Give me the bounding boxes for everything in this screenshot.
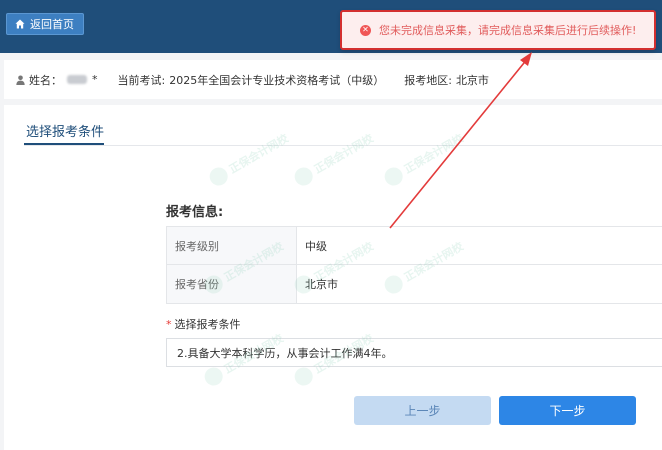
error-circle-icon: ✕: [360, 24, 371, 36]
redacted-name: [67, 75, 87, 84]
home-button-label: 返回首页: [30, 18, 74, 31]
tab-divider: [24, 145, 662, 146]
condition-label: * 选择报考条件: [166, 316, 241, 332]
next-step-button[interactable]: 下一步: [499, 396, 636, 425]
error-toast-message: 您未完成信息采集，请完成信息采集后进行后续操作!: [379, 24, 637, 37]
exam-info-bar: 姓名： * 当前考试: 2025年全国会计专业技术资格考试（中级） 报考地区: …: [4, 60, 662, 99]
user-icon: [16, 75, 25, 85]
row-value-level: 中级: [305, 239, 327, 253]
prev-step-button[interactable]: 上一步: [354, 396, 491, 425]
home-icon: [15, 19, 25, 29]
condition-selected-value: 2.具备大学本科学历，从事会计工作满4年。: [177, 346, 393, 360]
home-button[interactable]: 返回首页: [6, 13, 84, 35]
table-row: 报考省份 北京市: [167, 265, 662, 303]
region-value: 北京市: [455, 73, 489, 87]
exam-value: 2025年全国会计专业技术资格考试（中级）: [169, 73, 385, 87]
table-row: 报考级别 中级: [167, 227, 662, 265]
row-value-province: 北京市: [305, 278, 338, 291]
row-label-level: 报考级别: [167, 227, 297, 264]
exam-info-table: 报考级别 中级 报考省份 北京市: [166, 226, 662, 304]
main-panel: 选择报考条件 报考信息: 报考级别 中级 报考省份 北京市 * 选择报考条件 2.…: [4, 105, 662, 450]
section-title: 报考信息:: [166, 205, 224, 220]
name-suffix: *: [92, 73, 98, 86]
condition-select[interactable]: 2.具备大学本科学历，从事会计工作满4年。: [166, 338, 662, 367]
error-toast: ✕ 您未完成信息采集，请完成信息采集后进行后续操作!: [340, 10, 656, 50]
tab-select-condition[interactable]: 选择报考条件: [26, 121, 104, 140]
condition-label-text: 选择报考条件: [174, 318, 241, 331]
exam-label: 当前考试:: [117, 73, 166, 87]
required-mark: *: [166, 318, 172, 331]
region-label: 报考地区:: [404, 73, 452, 87]
name-label: 姓名：: [29, 73, 62, 87]
row-label-province: 报考省份: [167, 265, 297, 303]
